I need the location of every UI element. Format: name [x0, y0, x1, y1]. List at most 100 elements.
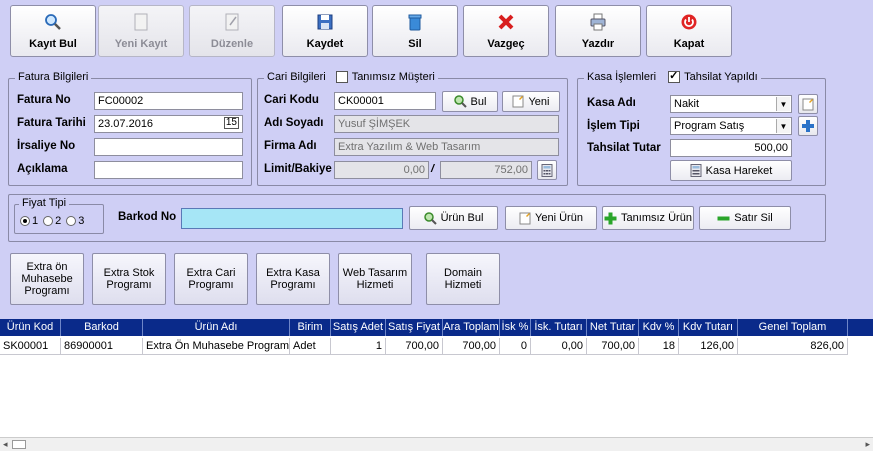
calendar-icon[interactable]: 15: [223, 117, 239, 129]
table-cell[interactable]: 700,00: [443, 338, 500, 355]
column-header-filler: [848, 319, 873, 336]
table-cell[interactable]: 0,00: [531, 338, 587, 355]
description-field[interactable]: [94, 161, 243, 179]
invoice-no-field[interactable]: FC00002: [94, 92, 243, 110]
waybill-no-field[interactable]: [94, 138, 243, 156]
cash-movement-button[interactable]: Kasa Hareket: [670, 160, 792, 181]
cash-account-select[interactable]: Nakit ▼: [670, 95, 792, 113]
new-document-icon: [519, 212, 531, 224]
transaction-type-select[interactable]: Program Satış ▼: [670, 117, 792, 135]
undefined-customer-checkbox[interactable]: [335, 71, 348, 83]
column-header[interactable]: Birim: [290, 319, 331, 336]
collection-amount-field[interactable]: 500,00: [670, 139, 792, 157]
full-name-field[interactable]: Yusuf ŞİMŞEK: [334, 115, 559, 133]
new-product-button[interactable]: Yeni Ürün: [505, 206, 597, 230]
column-header[interactable]: İsk %: [500, 319, 531, 336]
power-icon: [681, 14, 697, 30]
table-cell[interactable]: 700,00: [587, 338, 639, 355]
program-button-1[interactable]: Extra ön Muhasebe Programı: [10, 253, 84, 305]
balance-field[interactable]: 752,00: [440, 161, 532, 179]
program-button-4[interactable]: Extra Kasa Programı: [256, 253, 330, 305]
new-record-button[interactable]: Yeni Kayıt: [98, 5, 184, 57]
program-button-5[interactable]: Web Tasarım Hizmeti: [338, 253, 412, 305]
table-cell[interactable]: 826,00: [738, 338, 848, 355]
delete-button[interactable]: Sil: [372, 5, 458, 57]
scrollbar-thumb[interactable]: [12, 440, 26, 449]
invoice-date-field[interactable]: 23.07.2016 15: [94, 115, 243, 133]
limit-balance-label: Limit/Bakiye: [264, 163, 332, 175]
delete-row-button[interactable]: Satır Sil: [699, 206, 791, 230]
new-customer-button[interactable]: Yeni: [502, 91, 560, 112]
new-cash-account-button[interactable]: [798, 94, 818, 114]
column-header[interactable]: Ürün Kod: [0, 319, 61, 336]
price-type-radio-3[interactable]: [66, 216, 77, 226]
magnifier-icon: [45, 14, 61, 30]
undefined-product-label: Tanımsız Ürün: [621, 212, 692, 224]
print-button[interactable]: Yazdır: [555, 5, 641, 57]
program-button-3[interactable]: Extra Cari Programı: [174, 253, 248, 305]
find-customer-button[interactable]: Bul: [442, 91, 498, 112]
green-minus-icon: [717, 216, 730, 220]
trash-can-icon: [408, 14, 422, 31]
column-header[interactable]: İsk. Tutarı: [531, 319, 587, 336]
table-cell[interactable]: SK00001: [0, 338, 61, 355]
collection-done-checkbox[interactable]: [668, 69, 681, 83]
delete-row-label: Satır Sil: [734, 212, 773, 224]
barcode-input[interactable]: [181, 208, 403, 229]
customer-code-field[interactable]: CK00001: [334, 92, 436, 110]
calculator-button[interactable]: [537, 160, 557, 180]
new-document-icon: [802, 98, 814, 110]
close-label: Kapat: [673, 38, 705, 50]
column-header[interactable]: Ara Toplam: [443, 319, 500, 336]
column-header[interactable]: Satış Fiyat: [386, 319, 443, 336]
price-type-radio-2[interactable]: [43, 216, 54, 226]
column-header[interactable]: Ürün Adı: [143, 319, 290, 336]
grid-header: Ürün Kod Barkod Ürün Adı Birim Satış Ade…: [0, 319, 873, 336]
waybill-no-label: İrsaliye No: [17, 140, 76, 152]
table-cell[interactable]: 18: [639, 338, 679, 355]
invoice-no-label: Fatura No: [17, 94, 71, 106]
column-header[interactable]: Barkod: [61, 319, 143, 336]
edit-button[interactable]: Düzenle: [189, 5, 275, 57]
transaction-type-value: Program Satış: [674, 120, 745, 132]
undefined-product-button[interactable]: Tanımsız Ürün: [602, 206, 694, 230]
table-cell[interactable]: 0: [500, 338, 531, 355]
column-header[interactable]: Net Tutar: [587, 319, 639, 336]
scroll-left-icon[interactable]: ◂: [3, 439, 8, 450]
company-name-field[interactable]: Extra Yazılım & Web Tasarım: [334, 138, 559, 156]
table-cell[interactable]: 1: [331, 338, 386, 355]
save-button[interactable]: Kaydet: [282, 5, 368, 57]
table-cell[interactable]: Extra Ön Muhasebe Programı: [143, 338, 290, 355]
column-header[interactable]: Kdv Tutarı: [679, 319, 738, 336]
invoice-lines-grid[interactable]: Ürün Kod Barkod Ürün Adı Birim Satış Ade…: [0, 319, 873, 437]
company-name-label: Firma Adı: [264, 140, 317, 152]
search-record-button[interactable]: Kayıt Bul: [10, 5, 96, 57]
edit-label: Düzenle: [210, 38, 254, 50]
table-cell[interactable]: 126,00: [679, 338, 738, 355]
transaction-type-label: İşlem Tipi: [587, 120, 640, 132]
cash-operations-legend: Kasa İşlemleri Tahsilat Yapıldı: [584, 69, 761, 83]
scroll-right-icon[interactable]: ▸: [865, 439, 870, 450]
cancel-button[interactable]: Vazgeç: [463, 5, 549, 57]
table-cell[interactable]: 86900001: [61, 338, 143, 355]
column-header[interactable]: Satış Adet: [331, 319, 386, 336]
save-label: Kaydet: [306, 38, 344, 50]
chevron-down-icon: ▼: [776, 97, 790, 111]
cash-operations-legend-text: Kasa İşlemleri: [587, 71, 657, 83]
customer-info-legend: Cari Bilgileri Tanımsız Müşteri: [264, 71, 438, 83]
limit-field[interactable]: 0,00: [334, 161, 429, 179]
invoice-date-label: Fatura Tarihi: [17, 117, 86, 129]
program-button-6[interactable]: Domain Hizmeti: [426, 253, 500, 305]
price-type-radio-1[interactable]: [20, 216, 30, 226]
program-button-2[interactable]: Extra Stok Programı: [92, 253, 166, 305]
find-product-button[interactable]: Ürün Bul: [409, 206, 498, 230]
table-cell[interactable]: 700,00: [386, 338, 443, 355]
close-button[interactable]: Kapat: [646, 5, 732, 57]
column-header[interactable]: Genel Toplam: [738, 319, 848, 336]
horizontal-scrollbar[interactable]: ◂ ▸: [0, 437, 873, 451]
table-cell[interactable]: Adet: [290, 338, 331, 355]
add-transaction-type-button[interactable]: [798, 116, 818, 136]
column-header[interactable]: Kdv %: [639, 319, 679, 336]
chevron-down-icon: ▼: [776, 119, 790, 133]
table-row[interactable]: SK00001 86900001 Extra Ön Muhasebe Progr…: [0, 338, 848, 355]
